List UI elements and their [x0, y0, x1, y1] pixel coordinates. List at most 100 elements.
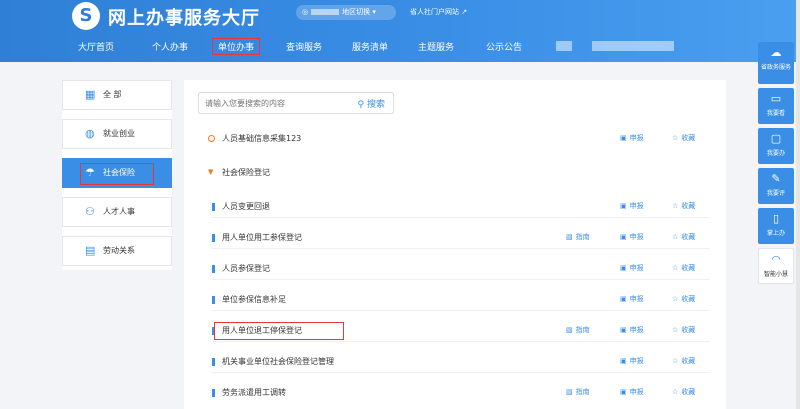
star-icon: ☆: [672, 233, 679, 241]
favorite-label: 收藏: [681, 233, 696, 241]
list-item[interactable]: 机关事业单位社会保险登记管理 ▣ 申报 ☆ 收藏: [184, 351, 726, 373]
list-item-label: 人员基础信息采集123: [222, 134, 302, 143]
nav-item-personal[interactable]: 个人办事: [152, 40, 188, 53]
favorite-button[interactable]: ☆ 收藏: [672, 232, 695, 242]
rail-assistant[interactable]: ◠ 智能小慧: [758, 248, 794, 284]
apply-icon: ▣: [620, 202, 627, 210]
apply-label: 申报: [629, 264, 644, 272]
list-item-label: 人员变更回退: [222, 202, 270, 211]
list-item[interactable]: 用人单位用工参保登记 ▧ 指南 ▣ 申报 ☆ 收藏: [184, 227, 726, 249]
service-list-panel: ⚲ 搜索 人员基础信息采集123 ▣申报 ☆收藏 ▼ 社会保险登记 人员变更回退…: [184, 80, 726, 409]
divider: [212, 310, 710, 311]
favorite-button[interactable]: ☆ 收藏: [672, 325, 695, 335]
highlight-box: [80, 163, 154, 185]
region-name-redacted: [311, 9, 340, 15]
favorite-button[interactable]: ☆ 收藏: [672, 133, 695, 143]
list-item[interactable]: 人员参保登记 ▣ 申报 ☆ 收藏: [184, 258, 726, 280]
list-item-label: 用人单位用工参保登记: [222, 233, 302, 242]
guide-label: 指南: [575, 233, 590, 241]
sidebar-item-social-insurance[interactable]: ☂ 社会保险: [62, 158, 172, 188]
category-sidebar: ▦ 全 部 ◍ 就业创业 ☂ 社会保险 ⚇ 人才人事 ▤ 劳动关系: [62, 80, 172, 270]
list-item[interactable]: 劳务派遣用工调转 ▧ 指南 ▣ 申报 ☆ 收藏: [184, 382, 726, 404]
sidebar-item-talent[interactable]: ⚇ 人才人事: [62, 197, 172, 227]
briefcase-icon: ◍: [85, 127, 95, 140]
rail-view[interactable]: ▭ 我要看: [758, 88, 794, 124]
apply-button[interactable]: ▣ 申报: [620, 201, 644, 211]
scrollbar[interactable]: [796, 0, 800, 409]
guide-button[interactable]: ▧ 指南: [566, 232, 590, 242]
rail-provincial-service[interactable]: ☁ 省政务服务: [758, 42, 794, 84]
group-title: 社会保险登记: [222, 168, 270, 177]
grid-icon: ▦: [85, 88, 96, 101]
nav-item-home[interactable]: 大厅首页: [78, 40, 114, 53]
favorite-label: 收藏: [681, 295, 696, 303]
list-item-label: 人员参保登记: [222, 264, 270, 273]
guide-icon: ▧: [566, 388, 573, 396]
divider: [212, 248, 710, 249]
star-icon: ☆: [672, 264, 679, 272]
favorite-label: 收藏: [681, 388, 696, 396]
apply-button[interactable]: ▣ 申报: [620, 325, 644, 335]
apply-button[interactable]: ▣ 申报: [620, 387, 644, 397]
portal-link-label: 省人社门户网站: [410, 8, 459, 16]
sidebar-item-all[interactable]: ▦ 全 部: [62, 80, 172, 110]
people-icon: ⚇: [85, 205, 95, 218]
rail-label: 我要办: [766, 150, 785, 157]
nav-item-query[interactable]: 查询服务: [286, 40, 322, 53]
list-item[interactable]: 用人单位退工停保登记 ▧ 指南 ▣ 申报 ☆ 收藏: [184, 320, 726, 342]
site-title: 网上办事服务大厅: [108, 8, 260, 29]
apply-button[interactable]: ▣ 申报: [620, 294, 644, 304]
guide-label: 指南: [575, 326, 590, 334]
guide-button[interactable]: ▧ 指南: [566, 387, 590, 397]
region-switch-label: 地区切换: [342, 8, 371, 16]
sidebar-item-label: 全 部: [103, 90, 122, 99]
favorite-button[interactable]: ☆ 收藏: [672, 201, 695, 211]
apply-button[interactable]: ▣ 申报: [620, 133, 644, 143]
region-switch-button[interactable]: ◎ 地区切换 ▾: [296, 5, 396, 20]
nav-item-unit[interactable]: 单位办事: [212, 38, 261, 55]
favorite-button[interactable]: ☆ 收藏: [672, 356, 695, 366]
rail-mobile[interactable]: ▯ 掌上办: [758, 208, 794, 244]
search-button[interactable]: ⚲ 搜索: [358, 97, 385, 110]
rail-handle[interactable]: ▢ 我要办: [758, 128, 794, 164]
star-icon: ☆: [672, 134, 679, 142]
apply-button[interactable]: ▣ 申报: [620, 232, 644, 242]
portal-link[interactable]: 省人社门户网站 ↗: [410, 7, 467, 17]
divider: [212, 372, 710, 373]
apply-label: 申报: [629, 295, 644, 303]
apply-button[interactable]: ▣ 申报: [620, 263, 644, 273]
divider: [212, 279, 710, 280]
favorite-button[interactable]: ☆ 收藏: [672, 294, 695, 304]
location-icon: ◎: [302, 8, 309, 16]
apply-label: 申报: [629, 388, 644, 396]
apply-button[interactable]: ▣ 申报: [620, 356, 644, 366]
favorite-button[interactable]: ☆ 收藏: [672, 263, 695, 273]
rail-label: 我要看: [766, 110, 785, 117]
list-item[interactable]: 单位参保信息补足 ▣ 申报 ☆ 收藏: [184, 289, 726, 311]
nav-item-notice[interactable]: 公示公告: [486, 40, 522, 53]
search-button-label: 搜索: [366, 100, 385, 110]
favorite-button[interactable]: ☆ 收藏: [672, 387, 695, 397]
search-bar: ⚲ 搜索: [198, 92, 394, 114]
bar-bullet-icon: [212, 265, 215, 273]
bar-bullet-icon: [212, 389, 215, 397]
apply-icon: ▣: [620, 326, 627, 334]
group-header[interactable]: ▼ 社会保险登记: [184, 162, 726, 184]
list-item[interactable]: 人员变更回退 ▣ 申报 ☆ 收藏: [184, 196, 726, 218]
rail-evaluate[interactable]: ✎ 我要评: [758, 168, 794, 204]
favorite-label: 收藏: [681, 202, 696, 210]
nav-item-theme[interactable]: 主题服务: [418, 40, 454, 53]
cloud-icon: ☁: [770, 46, 782, 59]
bar-bullet-icon: [212, 234, 215, 242]
apply-icon: ▣: [620, 264, 627, 272]
guide-button[interactable]: ▧ 指南: [566, 325, 590, 335]
monitor-icon: ▢: [770, 132, 782, 145]
sidebar-item-employment[interactable]: ◍ 就业创业: [62, 119, 172, 149]
search-input[interactable]: [199, 93, 339, 113]
rail-label: 掌上办: [766, 230, 785, 237]
list-item[interactable]: 人员基础信息采集123 ▣ 申报 ☆ 收藏: [184, 128, 726, 150]
main-nav: 大厅首页 个人办事 单位办事 查询服务 服务清单 主题服务 公示公告: [0, 36, 800, 58]
nav-item-service-list[interactable]: 服务清单: [352, 40, 388, 53]
sidebar-item-labor[interactable]: ▤ 劳动关系: [62, 236, 172, 266]
apply-label: 申报: [629, 134, 644, 142]
